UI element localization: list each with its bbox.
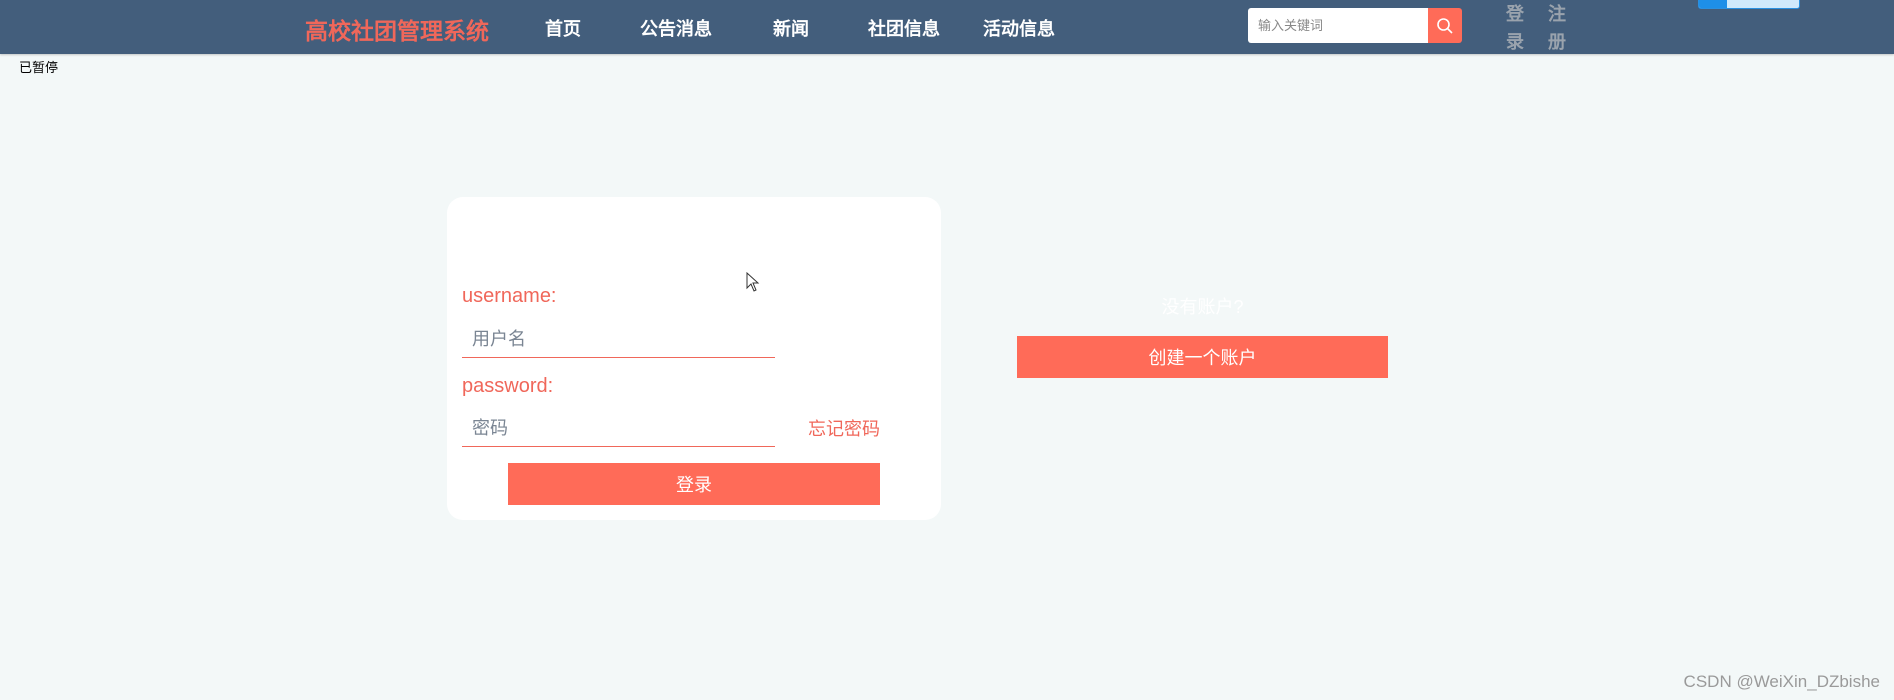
nav-club-info[interactable]: 社团信息 — [868, 15, 940, 41]
mouse-cursor-icon — [746, 272, 760, 292]
site-brand[interactable]: 高校社团管理系统 — [305, 12, 489, 46]
no-account-prompt: 没有账户? — [1161, 297, 1244, 317]
search-icon — [1437, 17, 1453, 34]
password-input[interactable] — [462, 411, 775, 447]
nav-home[interactable]: 首页 — [545, 15, 581, 41]
password-label: password: — [462, 375, 554, 397]
nav-news[interactable]: 新闻 — [773, 15, 809, 41]
login-link-char: 登 — [1506, 4, 1524, 24]
username-input[interactable] — [462, 322, 775, 358]
username-label: username: — [462, 285, 557, 307]
register-link[interactable]: 注 册 — [1547, 0, 1567, 56]
watermark: CSDN @WeiXin_DZbishe — [1683, 672, 1880, 691]
login-link[interactable]: 登 录 — [1505, 0, 1525, 56]
search-button[interactable] — [1428, 8, 1462, 43]
create-account-button[interactable]: 创建一个账户 — [1017, 336, 1388, 378]
login-card: username: password: 忘记密码 登录 — [447, 197, 941, 520]
login-button[interactable]: 登录 — [508, 463, 880, 505]
nav-announcements[interactable]: 公告消息 — [640, 15, 712, 41]
login-link-char: 录 — [1506, 32, 1524, 52]
nav-activity-info[interactable]: 活动信息 — [983, 15, 1055, 41]
status-text: 已暂停 — [19, 60, 59, 75]
register-link-char: 注 — [1548, 4, 1566, 24]
widget-icon — [1699, 0, 1727, 8]
register-link-char: 册 — [1548, 32, 1566, 52]
search-input[interactable] — [1248, 8, 1428, 43]
forgot-password-link[interactable]: 忘记密码 — [808, 415, 880, 441]
top-navbar: 高校社团管理系统 首页 公告消息 新闻 社团信息 活动信息 登 录 注 册 — [0, 0, 1894, 54]
floating-widget[interactable] — [1698, 0, 1800, 9]
